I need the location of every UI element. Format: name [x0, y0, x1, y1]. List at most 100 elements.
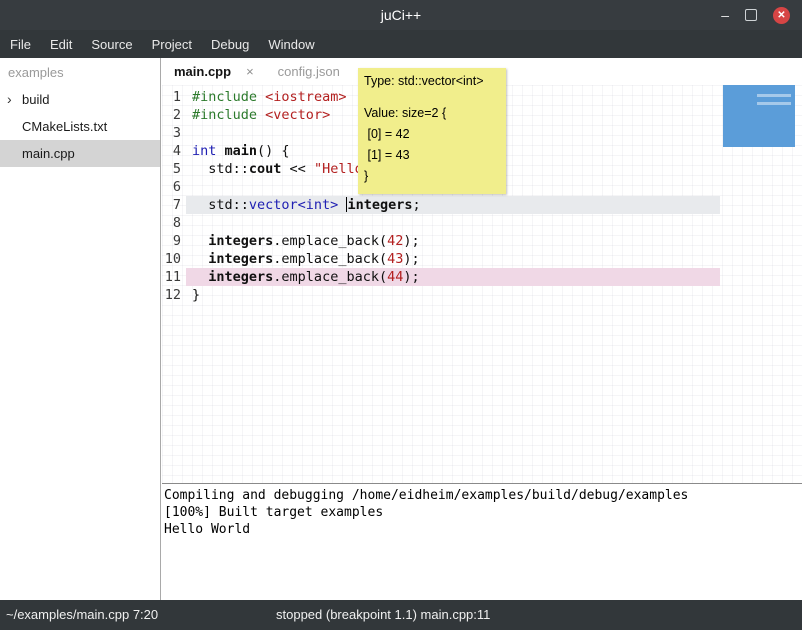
debug-tooltip: Type: std::vector<int> Value: size=2 { […: [358, 68, 506, 194]
tooltip-value-line: Value: size=2 {: [364, 103, 500, 124]
tooltip-value-line: [1] = 43: [364, 145, 500, 166]
line-number[interactable]: 12: [162, 286, 186, 304]
tab-label: main.cpp: [174, 64, 231, 79]
code-segment: <iostream>: [265, 89, 346, 105]
close-button[interactable]: ✕: [773, 7, 790, 24]
tooltip-type-line: Type: std::vector<int>: [364, 72, 500, 90]
tab-config-json[interactable]: config.json: [266, 58, 352, 85]
tree-item-label: main.cpp: [22, 146, 75, 161]
text-caret: [346, 197, 347, 212]
code-segment: std::: [192, 197, 249, 213]
code-segment: [192, 251, 208, 267]
menu-item-debug[interactable]: Debug: [211, 37, 249, 52]
code-segment: }: [192, 287, 200, 303]
status-debug-state: stopped (breakpoint 1.1) main.cpp:11: [276, 600, 490, 630]
code-segment: () {: [257, 143, 290, 159]
code-line: 7 std::vector<int> integers;: [162, 196, 802, 214]
file-tree: › build CMakeLists.txt main.cpp: [0, 86, 160, 167]
tooltip-value-line: }: [364, 166, 500, 187]
tab-main-cpp[interactable]: main.cpp ×: [162, 58, 266, 85]
terminal-line: Compiling and debugging /home/eidheim/ex…: [164, 487, 800, 504]
code-segment: [338, 197, 346, 213]
line-number[interactable]: 1: [162, 88, 186, 106]
code-segment: );: [403, 269, 419, 285]
code-line-text[interactable]: }: [186, 286, 720, 304]
code-line-text[interactable]: integers.emplace_back(42);: [186, 232, 720, 250]
terminal-line: [100%] Built target examples: [164, 504, 800, 521]
code-line: 11 integers.emplace_back(44);: [162, 268, 802, 286]
code-segment: integers: [347, 197, 412, 213]
overview-mark: [757, 94, 791, 97]
code-segment: .emplace_back(: [273, 251, 387, 267]
title-bar: juCi++ – ✕: [0, 0, 802, 30]
code-segment: [257, 107, 265, 123]
tab-label: config.json: [278, 64, 340, 79]
menu-item-source[interactable]: Source: [91, 37, 132, 52]
window-title: juCi++: [0, 0, 802, 30]
tree-item-label: CMakeLists.txt: [22, 119, 107, 134]
status-bar: ~/examples/main.cpp 7:20 stopped (breakp…: [0, 600, 802, 630]
maximize-button[interactable]: [745, 9, 757, 21]
code-segment: ;: [412, 197, 420, 213]
terminal-line: Hello World: [164, 521, 800, 538]
code-segment: .emplace_back(: [273, 269, 387, 285]
code-segment: #include: [192, 89, 257, 105]
menu-item-window[interactable]: Window: [268, 37, 314, 52]
code-segment: integers: [208, 233, 273, 249]
code-segment: <vector>: [265, 107, 330, 123]
terminal-output[interactable]: Compiling and debugging /home/eidheim/ex…: [162, 483, 802, 600]
line-number[interactable]: 10: [162, 250, 186, 268]
menu-item-project[interactable]: Project: [152, 37, 192, 52]
code-segment: int: [192, 143, 216, 159]
code-segment: [192, 269, 208, 285]
code-segment: 43: [387, 251, 403, 267]
code-line: 8: [162, 214, 802, 232]
line-number[interactable]: 6: [162, 178, 186, 196]
overview-mark: [757, 102, 791, 105]
code-segment: vector<int>: [249, 197, 338, 213]
code-segment: #include: [192, 107, 257, 123]
code-segment: integers: [208, 269, 273, 285]
code-line-text[interactable]: integers.emplace_back(43);: [186, 250, 720, 268]
tooltip-value: Value: size=2 { [0] = 42 [1] = 43}: [364, 103, 500, 187]
code-line-text[interactable]: integers.emplace_back(44);: [186, 268, 720, 286]
line-number[interactable]: 3: [162, 124, 186, 142]
code-segment: std::: [192, 161, 249, 177]
code-segment: [257, 89, 265, 105]
minimize-button[interactable]: –: [721, 0, 729, 30]
line-number[interactable]: 8: [162, 214, 186, 232]
line-number[interactable]: 2: [162, 106, 186, 124]
menu-item-file[interactable]: File: [10, 37, 31, 52]
code-segment: );: [403, 251, 419, 267]
code-line: 10 integers.emplace_back(43);: [162, 250, 802, 268]
window-controls: – ✕: [721, 0, 790, 30]
code-segment: .emplace_back(: [273, 233, 387, 249]
code-segment: main: [225, 143, 258, 159]
tree-item-cmakelists-txt[interactable]: CMakeLists.txt: [0, 113, 160, 140]
tree-item-main-cpp[interactable]: main.cpp: [0, 140, 160, 167]
tree-item-label: build: [22, 92, 49, 107]
tree-item-build[interactable]: › build: [0, 86, 160, 113]
code-segment: [216, 143, 224, 159]
scroll-overview[interactable]: [723, 85, 795, 147]
chevron-right-icon[interactable]: ›: [7, 86, 12, 113]
tooltip-value-line: [0] = 42: [364, 124, 500, 145]
line-number[interactable]: 11: [162, 268, 186, 286]
menu-item-edit[interactable]: Edit: [50, 37, 72, 52]
code-line: 12}: [162, 286, 802, 304]
line-number[interactable]: 5: [162, 160, 186, 178]
code-segment: <<: [281, 161, 314, 177]
line-number[interactable]: 7: [162, 196, 186, 214]
code-line: 9 integers.emplace_back(42);: [162, 232, 802, 250]
sidebar: examples › build CMakeLists.txt main.cpp: [0, 58, 161, 600]
tab-close-icon[interactable]: ×: [246, 64, 254, 79]
code-line-text[interactable]: [186, 214, 720, 232]
code-segment: integers: [208, 251, 273, 267]
code-segment: 44: [387, 269, 403, 285]
code-line-text[interactable]: std::vector<int> integers;: [186, 196, 720, 214]
line-number[interactable]: 4: [162, 142, 186, 160]
code-segment: cout: [249, 161, 282, 177]
line-number[interactable]: 9: [162, 232, 186, 250]
project-name: examples: [0, 58, 160, 86]
status-cursor-position: ~/examples/main.cpp 7:20: [6, 600, 158, 630]
